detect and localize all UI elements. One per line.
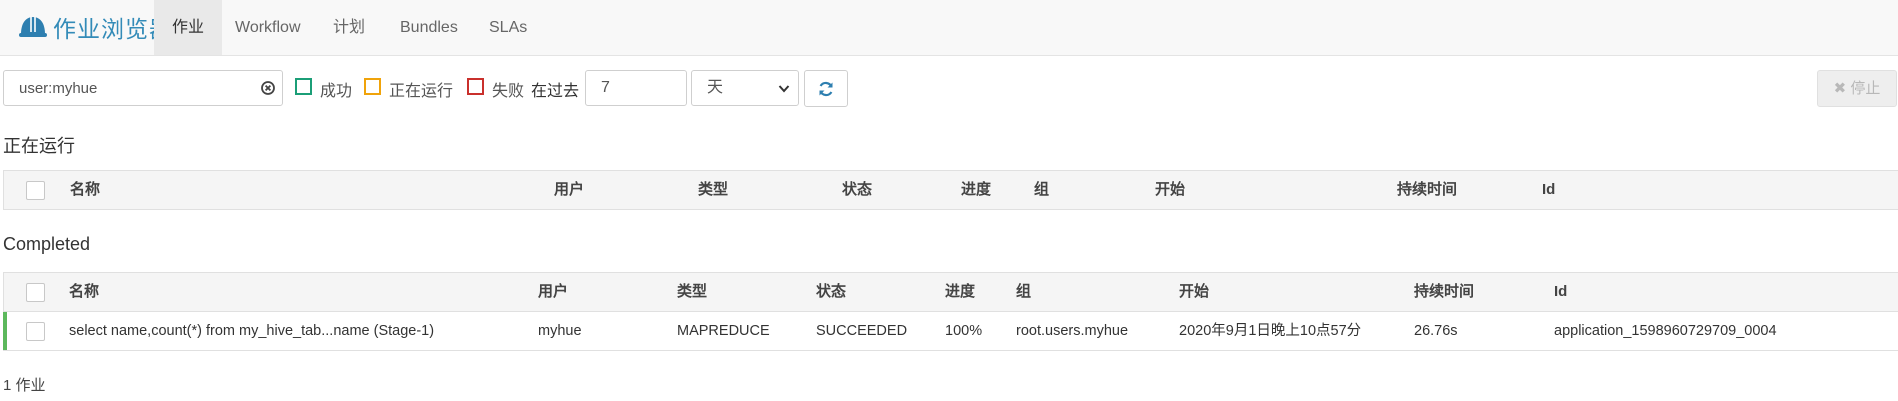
select-all-checkbox[interactable]: [26, 181, 45, 200]
status-accent-bar: [3, 312, 7, 350]
col-group[interactable]: 组: [1016, 273, 1031, 311]
col-start[interactable]: 开始: [1155, 171, 1185, 209]
search-field: [3, 70, 283, 106]
app-brand[interactable]: 作业浏览器: [18, 11, 173, 43]
col-group[interactable]: 组: [1034, 171, 1049, 209]
col-status[interactable]: 状态: [816, 273, 846, 311]
tab-schedules[interactable]: 计划: [315, 0, 383, 55]
completed-jobs-table: 名称 用户 类型 状态 进度 组 开始 持续时间 Id select name,…: [3, 272, 1898, 351]
col-progress[interactable]: 进度: [961, 171, 991, 209]
tab-workflow[interactable]: Workflow: [217, 0, 319, 55]
filter-failed-checkbox[interactable]: [467, 78, 484, 95]
col-type[interactable]: 类型: [698, 171, 728, 209]
close-icon: ✖: [1833, 80, 1847, 97]
row-checkbox[interactable]: [26, 322, 45, 341]
top-navbar: 作业浏览器 作业 Workflow 计划 Bundles SLAs: [0, 0, 1898, 56]
col-user[interactable]: 用户: [554, 171, 584, 209]
col-start[interactable]: 开始: [1179, 273, 1209, 311]
job-start: 2020年9月1日晚上10点57分: [1179, 323, 1362, 339]
select-all-checkbox[interactable]: [26, 283, 45, 302]
running-section-title: 正在运行: [3, 136, 75, 156]
days-input[interactable]: 7: [585, 70, 687, 106]
filter-running-label: 正在运行: [389, 83, 454, 100]
job-id[interactable]: application_1598960729709_0004: [1554, 312, 1777, 350]
search-input[interactable]: [4, 71, 259, 105]
running-jobs-table: 名称 用户 类型 状态 进度 组 开始 持续时间 Id: [3, 170, 1898, 210]
table-row[interactable]: select name,count(*) from my_hive_tab...…: [3, 311, 1898, 350]
col-duration[interactable]: 持续时间: [1397, 171, 1457, 209]
tab-slas[interactable]: SLAs: [471, 0, 545, 55]
job-progress: 100%: [945, 323, 983, 339]
tab-bundles[interactable]: Bundles: [382, 0, 476, 55]
refresh-icon: [819, 81, 833, 97]
col-type[interactable]: 类型: [677, 273, 707, 311]
job-type: MAPREDUCE: [677, 323, 770, 339]
table-header: 名称 用户 类型 状态 进度 组 开始 持续时间 Id: [4, 273, 1898, 311]
clear-search-icon[interactable]: [261, 81, 275, 95]
refresh-button[interactable]: [804, 70, 848, 107]
filter-succeeded-checkbox[interactable]: [295, 78, 312, 95]
job-user: myhue: [538, 323, 582, 339]
completed-section-title: Completed: [3, 234, 91, 254]
col-name[interactable]: 名称: [69, 273, 99, 311]
job-duration: 26.76s: [1414, 323, 1458, 339]
col-id[interactable]: Id: [1542, 171, 1555, 209]
col-id[interactable]: Id: [1554, 273, 1567, 311]
col-duration[interactable]: 持续时间: [1414, 273, 1474, 311]
tab-jobs[interactable]: 作业: [154, 0, 223, 55]
table-header: 名称 用户 类型 状态 进度 组 开始 持续时间 Id: [4, 171, 1898, 209]
filter-failed-label: 失败: [492, 83, 525, 100]
time-unit-value: 天: [707, 79, 724, 96]
time-unit-select[interactable]: 天: [691, 70, 799, 106]
stop-button[interactable]: ✖ 停止: [1817, 70, 1897, 107]
hard-hat-icon: [19, 17, 47, 37]
col-name[interactable]: 名称: [70, 171, 100, 209]
col-progress[interactable]: 进度: [945, 273, 975, 311]
filter-running-checkbox[interactable]: [364, 78, 381, 95]
job-status: SUCCEEDED: [816, 323, 908, 339]
job-count: 1 作业: [3, 377, 46, 394]
job-name[interactable]: select name,count(*) from my_hive_tab...…: [69, 312, 434, 350]
stop-button-label: 停止: [1850, 80, 1881, 97]
past-label: 在过去: [531, 83, 580, 100]
col-user[interactable]: 用户: [538, 273, 568, 311]
chevron-down-icon: [778, 85, 790, 93]
col-status[interactable]: 状态: [842, 171, 872, 209]
job-group: root.users.myhue: [1016, 323, 1129, 339]
filter-succeeded-label: 成功: [320, 83, 353, 100]
